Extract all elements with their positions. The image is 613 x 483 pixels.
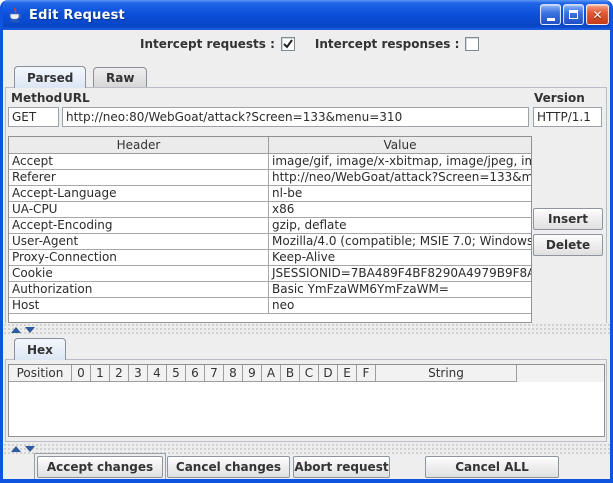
tab-parsed[interactable]: Parsed	[14, 66, 86, 88]
intercept-requests-label: Intercept requests :	[140, 37, 275, 51]
abort-request-button[interactable]: Abort request	[293, 456, 390, 478]
hex-col[interactable]: 2	[110, 365, 129, 382]
tab-raw-label: Raw	[106, 71, 134, 85]
hex-col[interactable]: 3	[129, 365, 148, 382]
table-row[interactable]: Referer http://neo/WebGoat/attack?Screen…	[9, 170, 531, 186]
value-cell[interactable]: x86	[269, 202, 531, 218]
title-bar[interactable]: Edit Request ✕	[0, 0, 613, 30]
version-label: Version	[534, 91, 585, 105]
header-cell[interactable]: Cookie	[9, 266, 269, 282]
checkmark-icon	[283, 39, 293, 49]
headers-table-head: Header Value	[9, 137, 531, 154]
hex-col-string[interactable]: String	[376, 365, 517, 382]
java-app-icon	[7, 7, 23, 23]
table-row[interactable]: UA-CPU x86	[9, 202, 531, 218]
header-cell[interactable]: UA-CPU	[9, 202, 269, 218]
table-row[interactable]: Host neo	[9, 298, 531, 314]
hex-col[interactable]: D	[319, 365, 338, 382]
value-cell[interactable]: neo	[269, 298, 531, 314]
url-label: URL	[63, 91, 90, 105]
maximize-icon	[569, 10, 578, 19]
value-cell[interactable]: gzip, deflate	[269, 218, 531, 234]
collapse-down-icon[interactable]	[25, 327, 35, 333]
intercept-responses-label: Intercept responses :	[315, 37, 460, 51]
headers-table: Header Value Accept image/gif, image/x-x…	[8, 136, 532, 323]
table-row[interactable]: Proxy-Connection Keep-Alive	[9, 250, 531, 266]
hex-col[interactable]: 4	[148, 365, 167, 382]
main-panel: Intercept requests : Intercept responses…	[3, 30, 610, 480]
hex-col[interactable]: 1	[91, 365, 110, 382]
edit-request-window: Edit Request ✕ Intercept requests : Inte…	[0, 0, 613, 483]
hex-col[interactable]: 7	[205, 365, 224, 382]
value-cell[interactable]: JSESSIONID=7BA489F4BF8290A4979B9F8A...	[269, 266, 531, 282]
collapse-up-icon[interactable]	[11, 327, 21, 333]
table-row[interactable]: Cookie JSESSIONID=7BA489F4BF8290A4979B9F…	[9, 266, 531, 282]
hex-col[interactable]: 6	[186, 365, 205, 382]
table-row[interactable]: Accept-Encoding gzip, deflate	[9, 218, 531, 234]
hex-col[interactable]: 0	[72, 365, 91, 382]
split-divider-top[interactable]	[3, 323, 610, 336]
header-cell[interactable]: Accept-Encoding	[9, 218, 269, 234]
hex-col[interactable]: 5	[167, 365, 186, 382]
table-row[interactable]: Accept image/gif, image/x-xbitmap, image…	[9, 154, 531, 170]
column-header[interactable]: Header	[9, 137, 269, 154]
tab-hex[interactable]: Hex	[14, 338, 66, 360]
table-row[interactable]: User-Agent Mozilla/4.0 (compatible; MSIE…	[9, 234, 531, 250]
table-row[interactable]: Accept-Language nl-be	[9, 186, 531, 202]
column-value[interactable]: Value	[269, 137, 531, 154]
close-button[interactable]: ✕	[586, 4, 609, 25]
hex-col[interactable]: 9	[243, 365, 262, 382]
value-cell[interactable]: Mozilla/4.0 (compatible; MSIE 7.0; Windo…	[269, 234, 531, 250]
close-icon: ✕	[592, 9, 602, 21]
cancel-all-intercepts-button[interactable]: Cancel ALL intercepts	[425, 456, 559, 478]
hex-col-position[interactable]: Position	[9, 365, 72, 382]
version-field[interactable]	[533, 107, 602, 127]
collapse-down-icon[interactable]	[25, 446, 35, 452]
collapse-up-icon[interactable]	[11, 446, 21, 452]
value-cell[interactable]: nl-be	[269, 186, 531, 202]
tab-raw[interactable]: Raw	[93, 67, 147, 88]
hex-col[interactable]: F	[357, 365, 376, 382]
hex-table-head: Position 0 1 2 3 4 5 6 7 8 9 A B C D E F…	[9, 365, 604, 382]
hex-col[interactable]: 8	[224, 365, 243, 382]
delete-button[interactable]: Delete	[533, 234, 603, 256]
accept-changes-button[interactable]: Accept changes	[37, 456, 163, 478]
maximize-button[interactable]	[563, 4, 584, 25]
minimize-button[interactable]	[540, 4, 561, 25]
value-cell[interactable]: image/gif, image/x-xbitmap, image/jpeg, …	[269, 154, 531, 170]
tab-hex-label: Hex	[27, 343, 53, 357]
header-cell[interactable]: Accept	[9, 154, 269, 170]
minimize-icon	[547, 18, 555, 21]
header-cell[interactable]: Host	[9, 298, 269, 314]
hex-col[interactable]: E	[338, 365, 357, 382]
intercept-responses-checkbox[interactable]	[465, 37, 479, 51]
hex-col[interactable]: A	[262, 365, 281, 382]
header-cell[interactable]: User-Agent	[9, 234, 269, 250]
hex-col[interactable]: C	[300, 365, 319, 382]
intercept-requests-checkbox[interactable]	[281, 37, 295, 51]
intercept-options: Intercept requests : Intercept responses…	[140, 37, 479, 51]
tab-parsed-label: Parsed	[27, 71, 73, 85]
accept-changes-focus-ring: Accept changes	[34, 453, 166, 481]
hex-col[interactable]: B	[281, 365, 300, 382]
method-label: Method	[11, 91, 62, 105]
method-field[interactable]	[8, 107, 59, 127]
header-cell[interactable]: Referer	[9, 170, 269, 186]
value-cell[interactable]: http://neo/WebGoat/attack?Screen=133&men…	[269, 170, 531, 186]
url-field[interactable]	[62, 107, 529, 127]
value-cell[interactable]: Basic YmFzaWM6YmFzaWM=	[269, 282, 531, 298]
table-row[interactable]: Authorization Basic YmFzaWM6YmFzaWM=	[9, 282, 531, 298]
value-cell[interactable]: Keep-Alive	[269, 250, 531, 266]
header-cell[interactable]: Accept-Language	[9, 186, 269, 202]
header-cell[interactable]: Authorization	[9, 282, 269, 298]
insert-button[interactable]: Insert	[533, 208, 603, 230]
cancel-changes-button[interactable]: Cancel changes	[167, 456, 290, 478]
window-title: Edit Request	[29, 8, 125, 23]
header-cell[interactable]: Proxy-Connection	[9, 250, 269, 266]
hex-table: Position 0 1 2 3 4 5 6 7 8 9 A B C D E F…	[8, 364, 605, 437]
